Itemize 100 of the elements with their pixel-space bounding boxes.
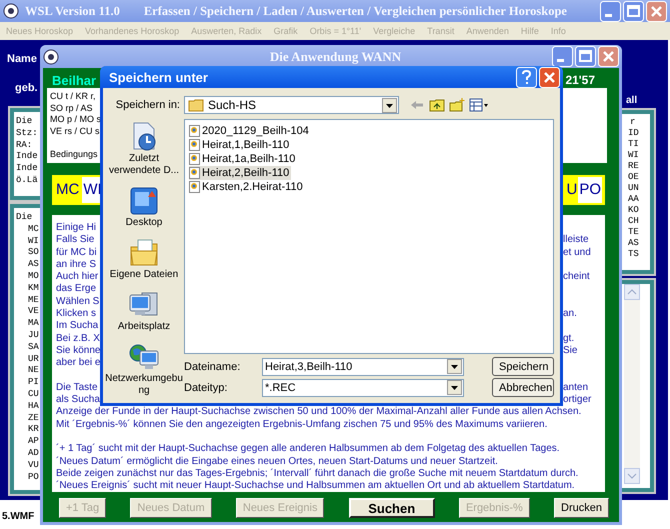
planet-code: MC (28, 224, 39, 234)
panel-text: Die (16, 116, 32, 126)
planet-code: SA (28, 342, 39, 352)
filename-label: Dateiname: (184, 360, 242, 372)
maximize-icon[interactable] (575, 46, 596, 67)
action-button[interactable]: Suchen (348, 498, 435, 518)
file-icon (189, 153, 200, 165)
help-text: ´Neues Datum´ ermöglicht die Eingabe eines neuen Ortes, neuen Start-Datums und neuer Startzeit. (56, 456, 498, 467)
folder-icon (188, 98, 204, 112)
minimize-icon[interactable] (600, 0, 621, 22)
help-icon[interactable] (516, 66, 537, 88)
place-label[interactable]: Eigene Dateien (104, 269, 184, 281)
panel-text: Stz: (16, 128, 38, 138)
help-text: Anzeige der Funde in der Haupt-Suchachse zwischen 50 und 100% der Maximal-Anzahl aller Funde aus allen Achsen. (56, 406, 582, 418)
dialog-title: Speichern unter (108, 70, 209, 84)
help-text: Auch hier (56, 271, 99, 284)
planet-code: JU (28, 330, 39, 340)
panel-text: TS (628, 249, 639, 259)
panel-text: Inde (16, 163, 38, 174)
scrollbar[interactable] (624, 284, 640, 484)
planet-code: KM (28, 282, 39, 293)
file-item[interactable]: Heirat,2,Beilh-110 (189, 166, 292, 180)
planet-code: MA (28, 318, 39, 328)
close-icon[interactable] (539, 66, 560, 88)
help-text: ´+ 1 Tag´ sucht mit der Haupt-Suchachse gegen alle anderen Halbsummen ab dem Folgetag des aktuellen Tages. (56, 443, 560, 454)
planet-code: NE (28, 365, 39, 376)
minimize-icon[interactable] (552, 46, 573, 67)
planet-code: VE (28, 306, 39, 316)
close-icon[interactable] (598, 46, 619, 67)
help-text: Sie (563, 344, 578, 358)
file-item[interactable]: Heirat,1,Beilh-110 (189, 138, 292, 152)
file-item[interactable]: Karsten,2.Heirat-110 (189, 180, 305, 194)
help-text: Beide zeigen zunächst nur das Tages-Ergebnis; ´Intervall´ führt danach die große Suche mit neuem Startdatum durch. (56, 468, 578, 479)
panel-text: TI (628, 139, 639, 149)
help-text: ortiger (563, 394, 592, 406)
file-icon (189, 167, 200, 179)
window-title: Die Anwendung WANN (268, 48, 402, 64)
maximize-icon[interactable] (623, 0, 644, 22)
place-label[interactable]: Desktop (104, 217, 184, 229)
app-icon (3, 3, 19, 19)
panel-text: UN (628, 183, 639, 193)
file-icon (189, 181, 200, 193)
help-text: das Erge (56, 283, 98, 296)
panel-text: r (630, 117, 636, 127)
axis-label[interactable]: PO (578, 177, 602, 203)
panel-text: RE (628, 161, 639, 171)
help-text: lleiste (563, 234, 590, 247)
axis-label[interactable]: MC (55, 177, 80, 203)
help-text: anten (563, 382, 590, 394)
horoscope-name: Beilhar (51, 72, 96, 88)
axis-label[interactable]: U (565, 177, 578, 203)
view-menu-icon[interactable] (469, 98, 489, 112)
file-icon (189, 139, 200, 151)
help-text: cheint (563, 271, 591, 284)
planet-code: UR (28, 354, 39, 364)
planet-code: AD (28, 448, 39, 458)
help-text: Einige Hi (56, 222, 98, 234)
file-item[interactable]: Heirat,1a,Beilh-110 (189, 152, 298, 166)
panel-label: all (626, 95, 638, 106)
help-text: an. (563, 308, 578, 320)
panel-text: AA (628, 194, 639, 204)
panel-heading: Die (16, 212, 32, 222)
place-label[interactable]: Netzwerkumgebung (104, 373, 184, 397)
panel-text: OE (628, 172, 639, 182)
help-text: gt. (563, 332, 576, 345)
desktop-icon (128, 185, 160, 217)
save-button[interactable]: Speichern (492, 357, 554, 376)
place-label[interactable]: Zuletzt verwendete D... (104, 153, 184, 177)
planet-code: HA (28, 400, 39, 411)
file-name: 5.WMF (2, 511, 34, 522)
panel-text: RA: (16, 140, 32, 150)
folder-up-icon[interactable] (429, 98, 445, 112)
panel-text: ö.Lä (16, 174, 38, 185)
file-item[interactable]: 2020_1129_Beilh-104 (189, 124, 311, 138)
filetype-dropdown[interactable]: *.REC (262, 378, 464, 396)
panel-text: TE (628, 227, 639, 237)
filename-field[interactable]: Heirat,3,Beilh-110 (262, 358, 464, 376)
name-label: Name (7, 53, 37, 65)
action-button[interactable]: Drucken (554, 498, 609, 518)
file-icon (189, 125, 200, 137)
planet-code: CU (28, 388, 39, 399)
condition-text: VE rs / CU s (50, 126, 101, 137)
cancel-button[interactable]: Abbrechen (492, 378, 554, 397)
panel-text: Inde (16, 151, 38, 162)
new-folder-icon[interactable] (449, 98, 465, 112)
condition-text: CU t / KR r, (50, 91, 97, 102)
condition-text: SO rp / AS (50, 102, 94, 114)
location-dropdown[interactable]: Such-HS (184, 96, 399, 114)
filetype-label: Dateityp: (184, 382, 228, 394)
app-icon (43, 48, 59, 64)
planet-code: AS (28, 259, 39, 270)
help-text: et und (563, 246, 592, 259)
help-text: an ihre S (56, 258, 98, 272)
planet-code: VU (28, 460, 39, 470)
place-label[interactable]: Arbeitsplatz (104, 321, 184, 333)
help-text: Im Sucha (56, 320, 99, 333)
close-icon[interactable] (646, 0, 667, 22)
planet-code: WI (28, 236, 39, 246)
help-text: Falls Sie (56, 234, 96, 247)
planet-code: PO (28, 472, 39, 482)
